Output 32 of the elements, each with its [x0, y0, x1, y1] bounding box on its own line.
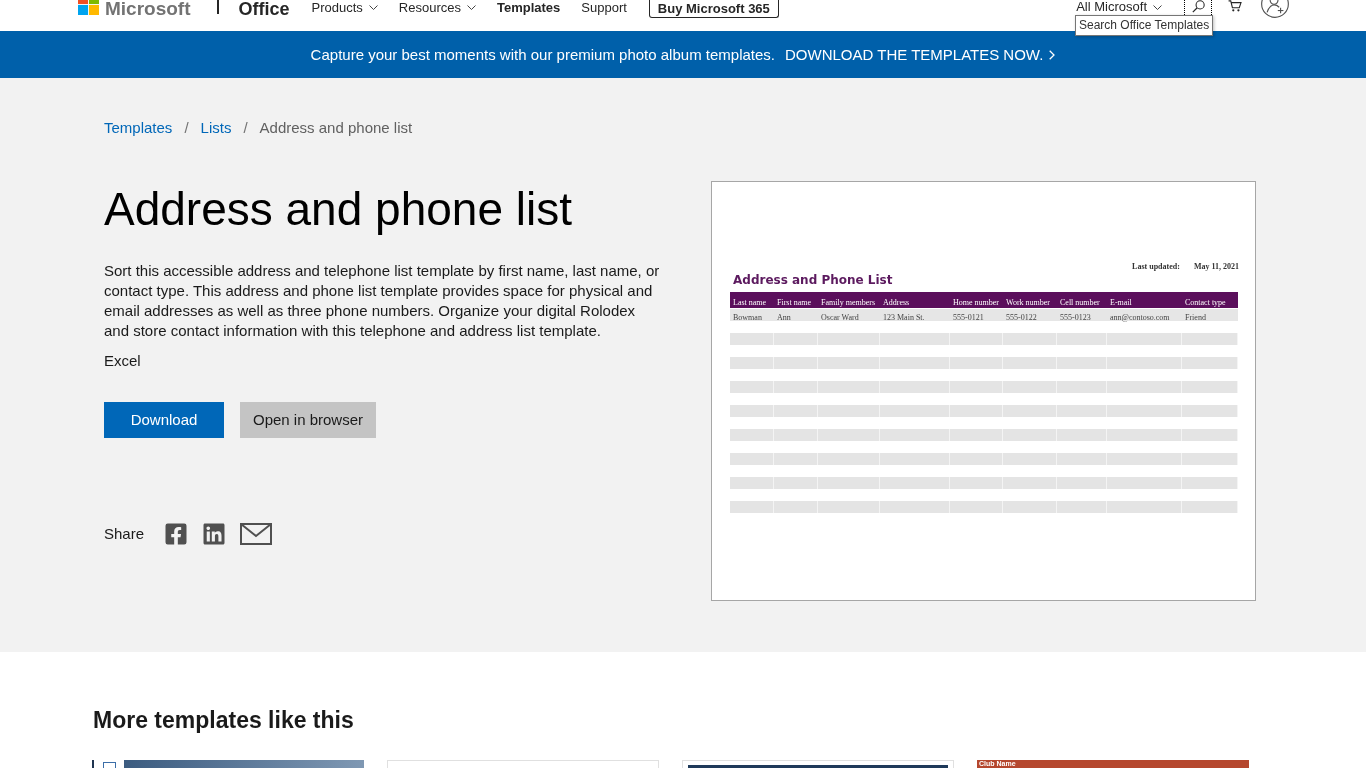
last-updated-date: May 11, 2021 — [1193, 262, 1239, 272]
column-header: Family members — [821, 298, 875, 307]
share-label: Share — [104, 524, 145, 544]
breadcrumb-current: Address and phone list — [259, 118, 413, 138]
section-heading: More templates like this — [93, 706, 354, 735]
table-cell: 123 Main St. — [883, 313, 925, 322]
table-cell: Oscar Ward — [821, 313, 859, 322]
table-cell: Bowman — [733, 313, 762, 322]
table-cell: 555-0122 — [1006, 313, 1037, 322]
column-header: First name — [777, 298, 811, 307]
app-name: Excel — [104, 351, 141, 371]
column-header: Address — [883, 298, 910, 307]
table-cell: Friend — [1185, 313, 1206, 322]
promo-text: Capture your best moments with our premium photo album templates. — [310, 44, 775, 65]
column-header: Contact type — [1185, 298, 1226, 307]
sheet-title: Address and Phone List — [733, 272, 893, 287]
column-header: Work number — [1006, 298, 1050, 307]
table-cell: ann@contoso.com — [1110, 313, 1170, 322]
table-cell: 555-0123 — [1060, 313, 1091, 322]
last-updated-label: Last updated: — [1132, 262, 1180, 272]
column-header: Home number — [953, 298, 999, 307]
table-cell: 555-0121 — [953, 313, 984, 322]
brand-name: Microsoft — [105, 0, 191, 18]
column-header: E-mail — [1110, 298, 1132, 307]
breadcrumb-separator: / — [184, 118, 189, 138]
breadcrumb-separator: / — [243, 118, 248, 138]
column-header: Last name — [733, 298, 767, 307]
page-title: Address and phone list — [104, 182, 572, 236]
template-description: Sort this accessible address and telephone list template by first name, last name, or contact type. This address and phone list template provides space for physical and email addresses as well as three phone numbers. Organize your digital Rolodex and store contact information with this telephone and address list template. — [104, 261, 661, 341]
column-header: Cell number — [1060, 298, 1100, 307]
table-cell: Ann — [777, 313, 791, 322]
search-tooltip: Search Office Templates — [1075, 15, 1214, 36]
